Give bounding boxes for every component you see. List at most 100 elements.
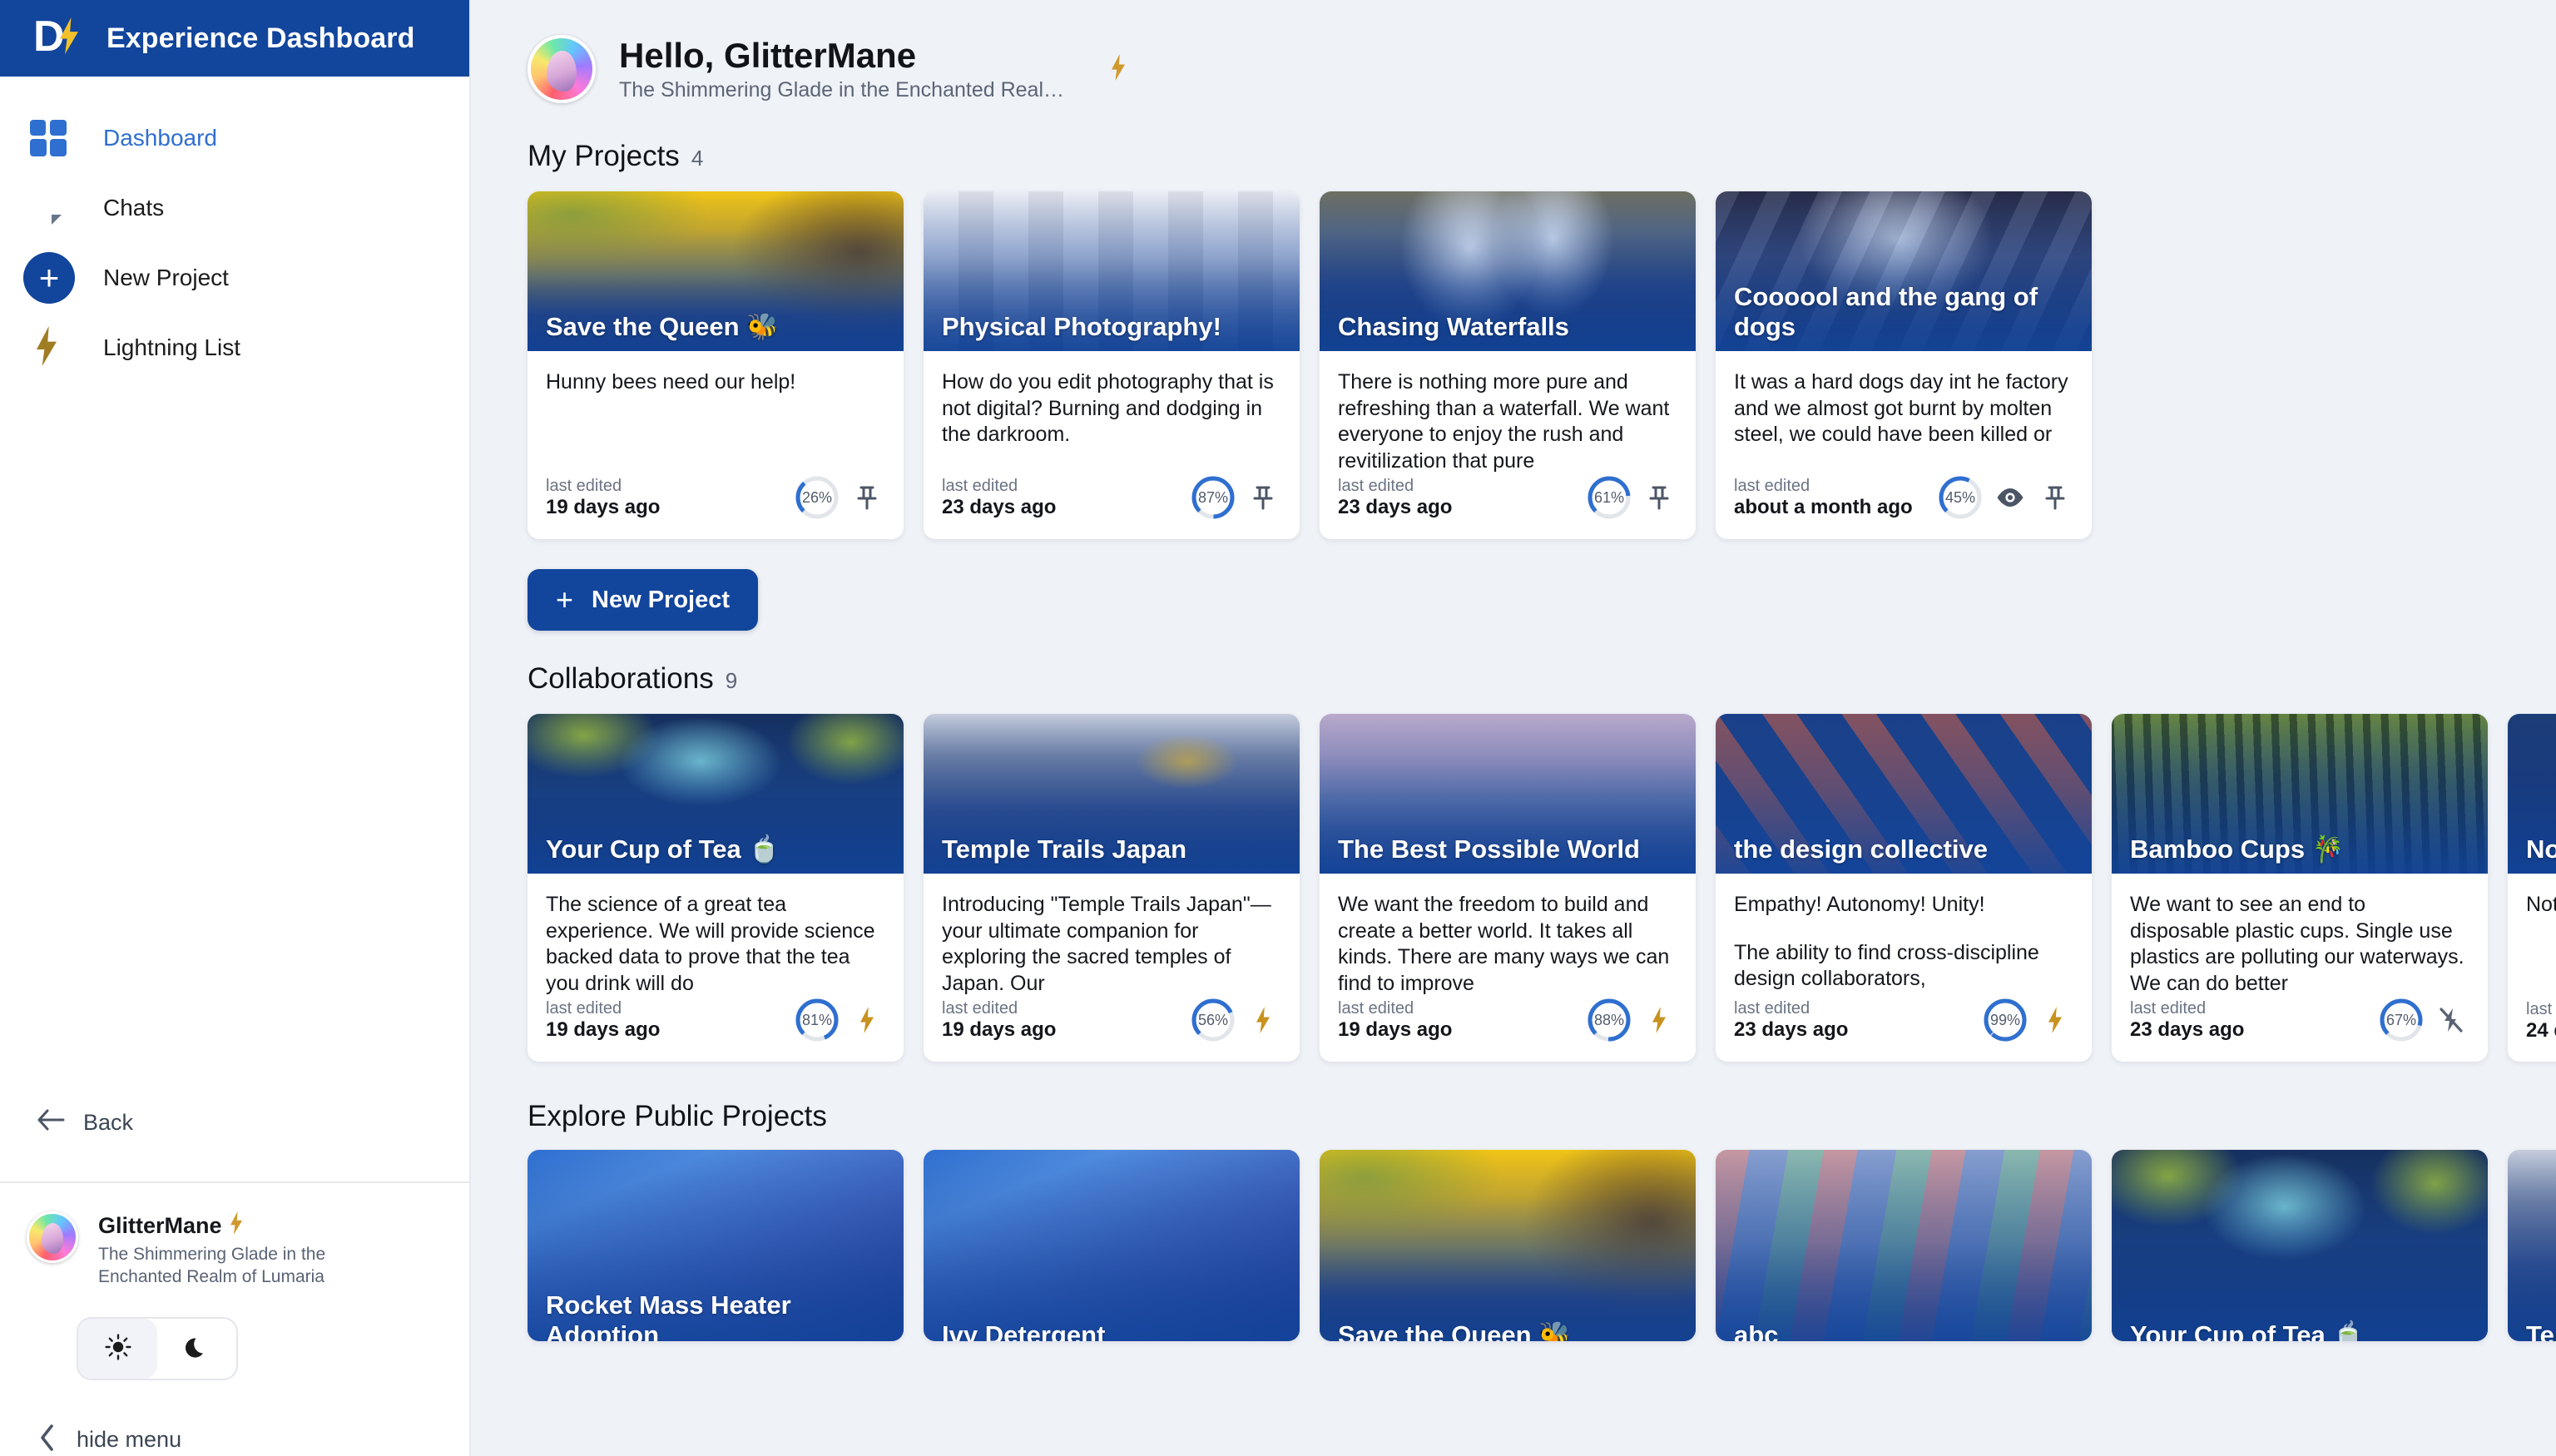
progress-ring: 88% — [1586, 997, 1632, 1043]
card-banner: Chasing Waterfalls — [1320, 191, 1696, 351]
card-body: We want the freedom to build and create … — [1320, 874, 1696, 997]
new-project-button[interactable]: + New Project — [528, 569, 759, 631]
last-edited-value: 23 days ago — [942, 495, 1057, 518]
project-card[interactable]: Coooool and the gang of dogs It was a har… — [1716, 191, 2092, 539]
card-title: Now everyone… — [2526, 834, 2556, 864]
theme-toggle[interactable] — [77, 1317, 238, 1380]
card-body: Empathy! Autonomy! Unity! The ability to … — [1716, 874, 2092, 997]
avatar[interactable] — [528, 35, 596, 103]
card-description: We want the freedom to build and create … — [1338, 893, 1670, 995]
project-card[interactable]: Physical Photography! How do you edit pho… — [924, 191, 1300, 539]
sidebar-item-chats[interactable]: Chats — [0, 173, 469, 243]
card-description: We want to see an end to disposable plas… — [2130, 893, 2464, 995]
progress-label: 88% — [1593, 1011, 1625, 1028]
lightning-bolt-icon — [30, 325, 103, 370]
back-button[interactable]: Back — [0, 1093, 469, 1151]
card-title: the design collective — [1734, 834, 1988, 864]
card-description: How do you edit photography that is not … — [942, 370, 1274, 446]
lightning-bolt-icon[interactable] — [1245, 1007, 1281, 1033]
card-banner: Temple Trails Japan — [924, 714, 1300, 874]
collaboration-card[interactable]: Bamboo Cups 🎋 We want to see an end to di… — [2112, 714, 2488, 1062]
card-body: We want to see an end to disposable plas… — [2112, 874, 2488, 997]
explore-card[interactable]: Temple Trails Japan — [2508, 1150, 2556, 1341]
section-header-my-projects: My Projects 4 — [471, 140, 2556, 173]
collaboration-card[interactable]: Temple Trails Japan Introducing "Temple T… — [924, 714, 1300, 1062]
progress-ring: 99% — [1982, 997, 2028, 1043]
pin-icon[interactable] — [1245, 484, 1281, 511]
collaboration-card[interactable]: The Best Possible World We want the freed… — [1320, 714, 1696, 1062]
sidebar-item-dashboard[interactable]: Dashboard — [0, 103, 469, 173]
collaborations-row: Your Cup of Tea 🍵 The science of a great … — [471, 714, 2556, 1062]
progress-ring: 56% — [1190, 997, 1236, 1043]
last-edited-label: last edited — [546, 998, 622, 1018]
profile-name-row: GlitterMane — [98, 1211, 373, 1241]
card-banner: the design collective — [1716, 714, 2092, 874]
sidebar-item-lightning-list[interactable]: Lightning List — [0, 313, 469, 383]
my-projects-row: Save the Queen 🐝 Hunny bees need our help… — [471, 191, 2556, 539]
last-edited-label: last edited — [1734, 476, 1810, 495]
sidebar-profile[interactable]: GlitterMane The Shimmering Glade in the … — [0, 1183, 469, 1289]
explore-card-title: abc — [1734, 1320, 1779, 1341]
card-footer: last edited 19 days ago 81% — [528, 997, 904, 1062]
lightning-bolt-icon[interactable] — [1641, 1007, 1677, 1033]
lightning-bolt-icon[interactable] — [849, 1007, 885, 1033]
last-edited-label: last edited — [1338, 998, 1414, 1018]
card-title: Temple Trails Japan — [942, 834, 1187, 864]
project-card[interactable]: Chasing Waterfalls There is nothing more … — [1320, 191, 1696, 539]
section-count: 9 — [725, 668, 738, 693]
theme-option-dark[interactable] — [157, 1319, 236, 1379]
last-edited-label: last edited — [2130, 998, 2207, 1018]
card-description: It was a hard dogs day int he factory an… — [1734, 370, 2068, 446]
collaboration-card[interactable]: the design collective Empathy! Autonomy! … — [1716, 714, 2092, 1062]
progress-ring: 26% — [794, 474, 840, 521]
explore-card-title: Your Cup of Tea 🍵 — [2130, 1320, 2365, 1341]
explore-card[interactable]: abc — [1716, 1150, 2092, 1341]
sidebar-title: Experience Dashboard — [106, 22, 415, 54]
profile-name: GlitterMane — [98, 1213, 222, 1239]
card-banner: Your Cup of Tea 🍵 — [528, 714, 904, 874]
hide-menu-label: hide menu — [77, 1427, 182, 1452]
last-edited-value: 19 days ago — [942, 1018, 1057, 1041]
explore-card-title: Save the Queen 🐝 — [1338, 1320, 1571, 1341]
progress-label: 26% — [801, 488, 833, 506]
collaboration-card[interactable]: Now everyone… Not su… but…. last edited24 … — [2508, 714, 2556, 1062]
last-edited-value: 19 days ago — [546, 495, 661, 518]
new-project-button-label: New Project — [592, 586, 731, 613]
project-card[interactable]: Save the Queen 🐝 Hunny bees need our help… — [528, 191, 904, 539]
plus-icon: + — [556, 582, 574, 617]
card-description: Hunny bees need our help! — [546, 370, 796, 394]
last-edited-label: last edited — [2526, 1000, 2556, 1019]
card-footer: last edited 23 days ago 61% — [1320, 474, 1696, 539]
explore-card[interactable]: Save the Queen 🐝 — [1320, 1150, 1696, 1341]
progress-ring: 87% — [1190, 474, 1236, 521]
lightning-bolt-off-icon[interactable] — [2433, 1006, 2469, 1034]
section-title: My Projects — [528, 140, 680, 172]
moon-icon — [184, 1334, 211, 1364]
explore-card[interactable]: Your Cup of Tea 🍵 — [2112, 1150, 2488, 1341]
greeting-header: Hello, GlitterMane The Shimmering Glade … — [471, 0, 2556, 103]
theme-option-light[interactable] — [78, 1319, 157, 1379]
pin-icon[interactable] — [2037, 484, 2073, 511]
arrow-left-icon — [37, 1108, 65, 1137]
card-body: The science of a great tea experience. W… — [528, 874, 904, 997]
progress-label: 87% — [1197, 488, 1229, 506]
card-description: Empathy! Autonomy! Unity! — [1734, 893, 1985, 916]
card-banner: Coooool and the gang of dogs — [1716, 191, 2092, 351]
sidebar-item-new-project[interactable]: + New Project — [0, 243, 469, 313]
eye-icon[interactable] — [1992, 487, 2028, 508]
card-title: Bamboo Cups 🎋 — [2130, 834, 2345, 864]
progress-ring: 61% — [1586, 474, 1632, 521]
collaboration-card[interactable]: Your Cup of Tea 🍵 The science of a great … — [528, 714, 904, 1062]
card-footer: last edited24 days ago — [2508, 999, 2556, 1062]
pin-icon[interactable] — [1641, 484, 1677, 511]
progress-ring: 67% — [2378, 997, 2425, 1043]
card-footer: last edited about a month ago 45% — [1716, 474, 2092, 539]
page-title: Hello, GlitterMane — [619, 36, 917, 76]
sidebar-nav: Dashboard Chats + New Project Lightning … — [0, 77, 469, 383]
explore-card[interactable]: Ivy Detergent — [924, 1150, 1300, 1341]
card-footer: last edited 23 days ago 99% — [1716, 997, 2092, 1062]
hide-menu-button[interactable]: hide menu — [0, 1424, 469, 1456]
explore-card[interactable]: Rocket Mass Heater Adoption — [528, 1150, 904, 1341]
lightning-bolt-icon[interactable] — [2037, 1007, 2073, 1033]
pin-icon[interactable] — [849, 484, 885, 511]
